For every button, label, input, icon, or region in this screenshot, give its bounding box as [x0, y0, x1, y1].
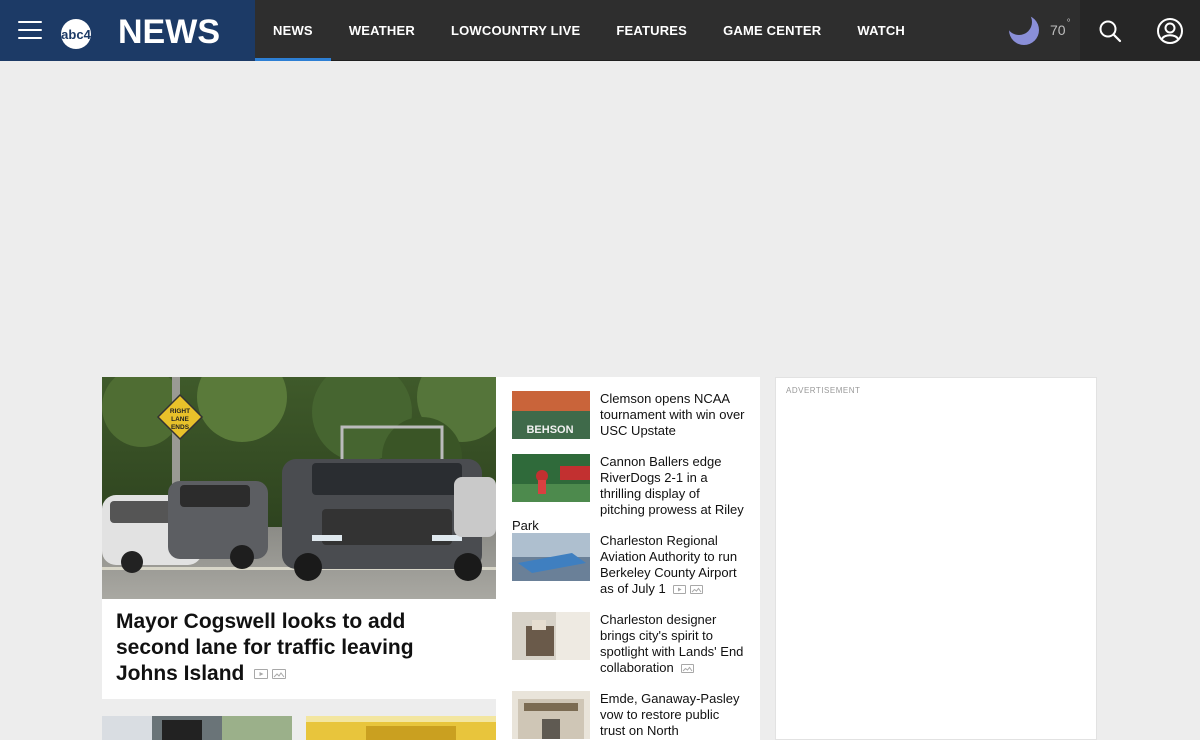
story-title: Clemson opens NCAA tournament with win o…: [600, 391, 745, 438]
main-nav: NEWS WEATHER LOWCOUNTRY LIVE FEATURES GA…: [255, 0, 923, 61]
story-media-icons: [681, 664, 695, 674]
story-media-icons: [673, 585, 704, 595]
gallery-icon: [681, 664, 695, 674]
gallery-icon: [690, 585, 704, 595]
degree-symbol: °: [1066, 17, 1071, 29]
story-item[interactable]: Emde, Ganaway-Pasley vow to restore publ…: [512, 691, 748, 740]
svg-text:BEHSON: BEHSON: [526, 424, 573, 436]
logo-badge: abc4: [61, 27, 91, 42]
story-thumbnail[interactable]: [512, 691, 590, 739]
weather-temp: 70: [1050, 22, 1066, 38]
nav-weather[interactable]: WEATHER: [331, 0, 433, 61]
sign-text-3: ENDS: [171, 424, 190, 431]
lead-story-card[interactable]: RIGHT LANE ENDS Mayor Cogswell looks to …: [102, 377, 496, 699]
secondary-story-image[interactable]: [102, 716, 292, 740]
top-ad-area: [0, 61, 1200, 377]
gallery-icon: [272, 669, 287, 680]
sign-text-2: LANE: [171, 416, 189, 423]
top-stories-list: BEHSON Clemson opens NCAA tournament wit…: [496, 377, 760, 740]
story-thumbnail[interactable]: [512, 454, 590, 502]
lead-story-headline[interactable]: Mayor Cogswell looks to add second lane …: [116, 609, 456, 687]
secondary-story-image[interactable]: [306, 716, 496, 740]
menu-icon[interactable]: [18, 21, 42, 39]
nav-features[interactable]: FEATURES: [598, 0, 705, 61]
site-logo[interactable]: abc4 NEWS: [58, 8, 228, 52]
sidebar-ad: ADVERTISEMENT: [775, 377, 1097, 740]
video-icon: [673, 585, 687, 595]
logo-text: NEWS: [118, 13, 220, 51]
story-item[interactable]: Charleston Regional Aviation Authority t…: [512, 533, 748, 597]
ad-label: ADVERTISEMENT: [786, 386, 861, 395]
user-icon: [1157, 17, 1183, 44]
lead-media-icons: [254, 669, 287, 680]
weather-widget[interactable]: 70 °: [1008, 14, 1080, 46]
story-item[interactable]: BEHSON Clemson opens NCAA tournament wit…: [512, 391, 748, 441]
nav-game-center[interactable]: GAME CENTER: [705, 0, 839, 61]
video-icon: [254, 669, 269, 680]
nav-news[interactable]: NEWS: [255, 0, 331, 61]
lead-story-image[interactable]: RIGHT LANE ENDS: [102, 377, 496, 599]
nav-watch[interactable]: WATCH: [839, 0, 923, 61]
story-thumbnail[interactable]: [512, 533, 590, 581]
story-title: Emde, Ganaway-Pasley vow to restore publ…: [600, 691, 740, 738]
story-item[interactable]: Cannon Ballers edge RiverDogs 2-1 in a t…: [512, 454, 748, 534]
brand-bar: abc4 NEWS: [0, 0, 255, 61]
account-button[interactable]: [1140, 0, 1200, 61]
sign-text-1: RIGHT: [170, 408, 190, 415]
search-icon: [1099, 20, 1122, 42]
story-title: Charleston designer brings city's spirit…: [600, 612, 744, 675]
story-item[interactable]: Charleston designer brings city's spirit…: [512, 612, 748, 676]
search-button[interactable]: [1080, 0, 1140, 61]
secondary-thumbs: [102, 716, 496, 740]
site-header: abc4 NEWS NEWS WEATHER LOWCOUNTRY LIVE F…: [0, 0, 1200, 61]
moon-icon: [1009, 15, 1039, 45]
story-thumbnail[interactable]: BEHSON: [512, 391, 590, 439]
nav-lowcountry-live[interactable]: LOWCOUNTRY LIVE: [433, 0, 598, 61]
story-title: Charleston Regional Aviation Authority t…: [600, 533, 738, 596]
story-thumbnail[interactable]: [512, 612, 590, 660]
